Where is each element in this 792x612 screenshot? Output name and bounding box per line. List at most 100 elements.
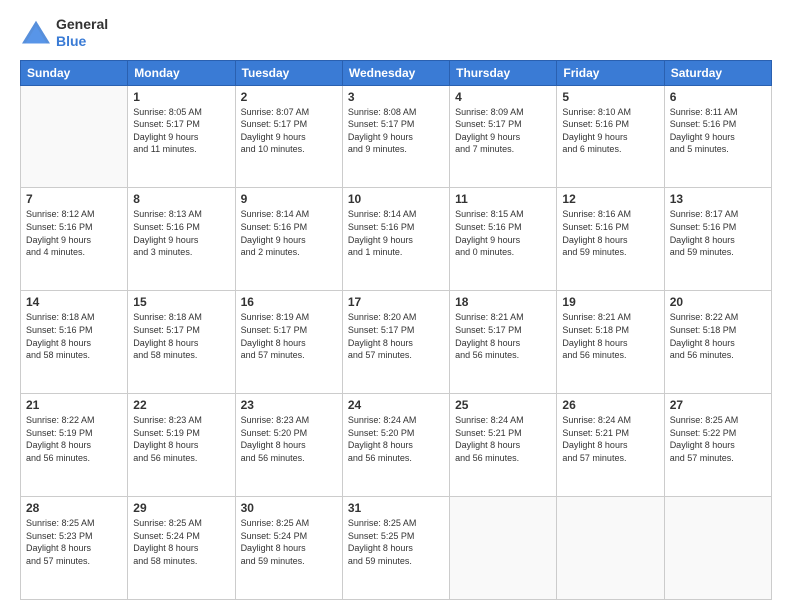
calendar-cell: 16 Sunrise: 8:19 AMSunset: 5:17 PMDayligh… <box>235 291 342 394</box>
day-number: 20 <box>670 295 766 309</box>
cell-info: Sunrise: 8:10 AMSunset: 5:16 PMDaylight … <box>562 106 658 156</box>
cell-info: Sunrise: 8:21 AMSunset: 5:18 PMDaylight … <box>562 311 658 361</box>
day-number: 18 <box>455 295 551 309</box>
week-row-4: 28 Sunrise: 8:25 AMSunset: 5:23 PMDayligh… <box>21 497 772 600</box>
cell-info: Sunrise: 8:25 AMSunset: 5:24 PMDaylight … <box>133 517 229 567</box>
calendar-cell: 22 Sunrise: 8:23 AMSunset: 5:19 PMDayligh… <box>128 394 235 497</box>
day-number: 31 <box>348 501 444 515</box>
calendar-cell: 23Sunrise: 8:23 AMSunset: 5:20 PMDayligh… <box>235 394 342 497</box>
calendar-cell: 13 Sunrise: 8:17 AMSunset: 5:16 PMDayligh… <box>664 188 771 291</box>
day-number: 19 <box>562 295 658 309</box>
day-number: 30 <box>241 501 337 515</box>
day-number: 21 <box>26 398 122 412</box>
cell-info: Sunrise: 8:11 AMSunset: 5:16 PMDaylight … <box>670 106 766 156</box>
calendar-cell: 1Sunrise: 8:05 AMSunset: 5:17 PMDaylight… <box>128 85 235 188</box>
day-number: 1 <box>133 90 229 104</box>
calendar-cell: 4Sunrise: 8:09 AMSunset: 5:17 PMDaylight… <box>450 85 557 188</box>
calendar-cell: 10 Sunrise: 8:14 AMSunset: 5:16 PMDayligh… <box>342 188 449 291</box>
weekday-header-sunday: Sunday <box>21 60 128 85</box>
weekday-header-monday: Monday <box>128 60 235 85</box>
weekday-header-saturday: Saturday <box>664 60 771 85</box>
day-number: 25 <box>455 398 551 412</box>
calendar-cell <box>664 497 771 600</box>
calendar-cell: 30 Sunrise: 8:25 AMSunset: 5:24 PMDayligh… <box>235 497 342 600</box>
calendar-cell <box>21 85 128 188</box>
cell-info: Sunrise: 8:08 AMSunset: 5:17 PMDaylight … <box>348 106 444 156</box>
week-row-0: 1Sunrise: 8:05 AMSunset: 5:17 PMDaylight… <box>21 85 772 188</box>
calendar-cell: 8Sunrise: 8:13 AMSunset: 5:16 PMDaylight… <box>128 188 235 291</box>
calendar-cell: 20 Sunrise: 8:22 AMSunset: 5:18 PMDayligh… <box>664 291 771 394</box>
week-row-2: 14 Sunrise: 8:18 AMSunset: 5:16 PMDayligh… <box>21 291 772 394</box>
day-number: 5 <box>562 90 658 104</box>
calendar-cell: 7 Sunrise: 8:12 AMSunset: 5:16 PMDaylight… <box>21 188 128 291</box>
cell-info: Sunrise: 8:24 AMSunset: 5:20 PMDaylight … <box>348 414 444 464</box>
calendar-cell: 21 Sunrise: 8:22 AMSunset: 5:19 PMDayligh… <box>21 394 128 497</box>
cell-info: Sunrise: 8:16 AMSunset: 5:16 PMDaylight … <box>562 208 658 258</box>
cell-info: Sunrise: 8:25 AMSunset: 5:22 PMDaylight … <box>670 414 766 464</box>
calendar-cell <box>557 497 664 600</box>
calendar-cell: 11Sunrise: 8:15 AMSunset: 5:16 PMDayligh… <box>450 188 557 291</box>
cell-info: Sunrise: 8:13 AMSunset: 5:16 PMDaylight … <box>133 208 229 258</box>
cell-info: Sunrise: 8:24 AMSunset: 5:21 PMDaylight … <box>562 414 658 464</box>
cell-info: Sunrise: 8:22 AMSunset: 5:18 PMDaylight … <box>670 311 766 361</box>
cell-info: Sunrise: 8:22 AMSunset: 5:19 PMDaylight … <box>26 414 122 464</box>
cell-info: Sunrise: 8:21 AMSunset: 5:17 PMDaylight … <box>455 311 551 361</box>
cell-info: Sunrise: 8:23 AMSunset: 5:19 PMDaylight … <box>133 414 229 464</box>
day-number: 10 <box>348 192 444 206</box>
calendar-cell: 19 Sunrise: 8:21 AMSunset: 5:18 PMDayligh… <box>557 291 664 394</box>
calendar-cell: 3 Sunrise: 8:08 AMSunset: 5:17 PMDaylight… <box>342 85 449 188</box>
calendar-cell: 26 Sunrise: 8:24 AMSunset: 5:21 PMDayligh… <box>557 394 664 497</box>
day-number: 12 <box>562 192 658 206</box>
cell-info: Sunrise: 8:14 AMSunset: 5:16 PMDaylight … <box>348 208 444 258</box>
day-number: 26 <box>562 398 658 412</box>
cell-info: Sunrise: 8:17 AMSunset: 5:16 PMDaylight … <box>670 208 766 258</box>
calendar-cell: 27 Sunrise: 8:25 AMSunset: 5:22 PMDayligh… <box>664 394 771 497</box>
weekday-header-thursday: Thursday <box>450 60 557 85</box>
logo-icon <box>20 19 52 47</box>
day-number: 29 <box>133 501 229 515</box>
cell-info: Sunrise: 8:15 AMSunset: 5:16 PMDaylight … <box>455 208 551 258</box>
cell-info: Sunrise: 8:07 AMSunset: 5:17 PMDaylight … <box>241 106 337 156</box>
weekday-header-row: SundayMondayTuesdayWednesdayThursdayFrid… <box>21 60 772 85</box>
calendar-cell: 2Sunrise: 8:07 AMSunset: 5:17 PMDaylight… <box>235 85 342 188</box>
calendar-cell: 29 Sunrise: 8:25 AMSunset: 5:24 PMDayligh… <box>128 497 235 600</box>
day-number: 16 <box>241 295 337 309</box>
day-number: 22 <box>133 398 229 412</box>
calendar-cell <box>450 497 557 600</box>
day-number: 15 <box>133 295 229 309</box>
day-number: 24 <box>348 398 444 412</box>
day-number: 3 <box>348 90 444 104</box>
cell-info: Sunrise: 8:18 AMSunset: 5:16 PMDaylight … <box>26 311 122 361</box>
cell-info: Sunrise: 8:19 AMSunset: 5:17 PMDaylight … <box>241 311 337 361</box>
weekday-header-tuesday: Tuesday <box>235 60 342 85</box>
week-row-3: 21 Sunrise: 8:22 AMSunset: 5:19 PMDayligh… <box>21 394 772 497</box>
cell-info: Sunrise: 8:20 AMSunset: 5:17 PMDaylight … <box>348 311 444 361</box>
page: General Blue SundayMondayTuesdayWednesda… <box>0 0 792 612</box>
cell-info: Sunrise: 8:23 AMSunset: 5:20 PMDaylight … <box>241 414 337 464</box>
calendar-cell: 28 Sunrise: 8:25 AMSunset: 5:23 PMDayligh… <box>21 497 128 600</box>
weekday-header-wednesday: Wednesday <box>342 60 449 85</box>
calendar-cell: 17Sunrise: 8:20 AMSunset: 5:17 PMDayligh… <box>342 291 449 394</box>
calendar-cell: 24 Sunrise: 8:24 AMSunset: 5:20 PMDayligh… <box>342 394 449 497</box>
logo: General Blue <box>20 16 108 50</box>
cell-info: Sunrise: 8:12 AMSunset: 5:16 PMDaylight … <box>26 208 122 258</box>
calendar-cell: 9Sunrise: 8:14 AMSunset: 5:16 PMDaylight… <box>235 188 342 291</box>
day-number: 14 <box>26 295 122 309</box>
cell-info: Sunrise: 8:18 AMSunset: 5:17 PMDaylight … <box>133 311 229 361</box>
cell-info: Sunrise: 8:24 AMSunset: 5:21 PMDaylight … <box>455 414 551 464</box>
cell-info: Sunrise: 8:25 AMSunset: 5:24 PMDaylight … <box>241 517 337 567</box>
day-number: 9 <box>241 192 337 206</box>
calendar-cell: 14 Sunrise: 8:18 AMSunset: 5:16 PMDayligh… <box>21 291 128 394</box>
calendar-cell: 5 Sunrise: 8:10 AMSunset: 5:16 PMDaylight… <box>557 85 664 188</box>
calendar-cell: 6Sunrise: 8:11 AMSunset: 5:16 PMDaylight… <box>664 85 771 188</box>
day-number: 28 <box>26 501 122 515</box>
cell-info: Sunrise: 8:09 AMSunset: 5:17 PMDaylight … <box>455 106 551 156</box>
day-number: 13 <box>670 192 766 206</box>
week-row-1: 7 Sunrise: 8:12 AMSunset: 5:16 PMDaylight… <box>21 188 772 291</box>
weekday-header-friday: Friday <box>557 60 664 85</box>
day-number: 7 <box>26 192 122 206</box>
calendar-cell: 12 Sunrise: 8:16 AMSunset: 5:16 PMDayligh… <box>557 188 664 291</box>
day-number: 27 <box>670 398 766 412</box>
cell-info: Sunrise: 8:25 AMSunset: 5:23 PMDaylight … <box>26 517 122 567</box>
calendar-cell: 15 Sunrise: 8:18 AMSunset: 5:17 PMDayligh… <box>128 291 235 394</box>
